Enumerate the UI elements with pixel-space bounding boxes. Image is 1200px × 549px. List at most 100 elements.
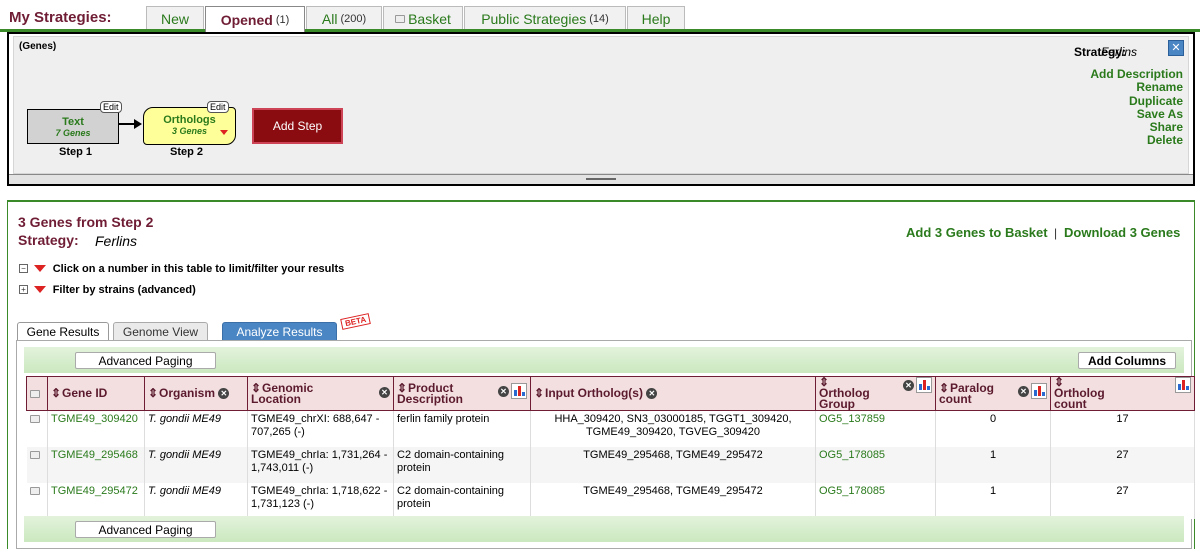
advanced-paging-button[interactable]: Advanced Paging [75, 352, 216, 369]
tab-count: (14) [589, 12, 609, 25]
filter-row-2: + Filter by strains (advanced) [19, 282, 196, 296]
filter-strains-link[interactable]: Filter by strains (advanced) [53, 284, 196, 296]
resize-handle[interactable] [9, 174, 1193, 184]
step-1-edit-button[interactable]: Edit [100, 101, 122, 113]
step-2-edit-button[interactable]: Edit [207, 101, 229, 113]
product-cell: C2 domain-containing protein [393, 482, 531, 519]
results-title: 3 Genes from Step 2 [18, 214, 154, 230]
col-ortholog-group[interactable]: ⇕ ✕ Ortholog Group [815, 376, 936, 411]
location-cell: TGME49_chrIa: 1,718,622 - 1,731,123 (-) [247, 482, 394, 519]
results-table-container: Advanced Paging Add Columns ⇕Gene ID ⇕Or… [16, 340, 1195, 549]
tab-label: New [160, 10, 189, 27]
col-gene-id[interactable]: ⇕Gene ID [47, 376, 145, 411]
download-link[interactable]: Download 3 Genes [1064, 225, 1180, 240]
tab-genome-view[interactable]: Genome View [113, 322, 208, 341]
arrow-right-icon [134, 119, 142, 129]
basket-icon[interactable] [29, 486, 40, 495]
tab-new[interactable]: New [146, 6, 204, 30]
add-step-button[interactable]: Add Step [252, 108, 343, 144]
tab-all[interactable]: All (200) [306, 6, 382, 30]
expand-icon[interactable]: + [19, 285, 28, 295]
sort-icon[interactable]: ⇕ [51, 387, 61, 399]
ortholog-group-link[interactable]: OG5_137859 [815, 410, 936, 447]
bar-chart-icon[interactable] [511, 382, 527, 399]
organism-cell: T. gondii ME49 [144, 482, 248, 519]
tab-label: Basket [408, 10, 451, 27]
remove-column-icon[interactable]: ✕ [218, 388, 230, 400]
step-2-name: Orthologs [163, 114, 216, 126]
basket-icon[interactable] [29, 415, 40, 424]
header-label: Product Description [397, 380, 464, 406]
record-type: (Genes) [19, 41, 57, 52]
bar-chart-icon[interactable] [1031, 382, 1047, 399]
duplicate-link[interactable]: Duplicate [1090, 94, 1183, 108]
col-paralog-count[interactable]: ⇕ ✕ Paralog count [935, 376, 1051, 411]
strategy-actions: Add Description Rename Duplicate Save As… [1090, 67, 1183, 148]
collapse-icon[interactable]: − [19, 264, 28, 274]
input-orthologs-cell: TGME49_295468, TGME49_295472 [530, 482, 816, 519]
tab-analyze-results[interactable]: Analyze Results [222, 322, 337, 341]
header-label: Genomic Location [251, 380, 314, 406]
ortholog-count-cell: 27 [1050, 482, 1195, 519]
paralog-count-cell: 1 [935, 482, 1051, 519]
col-input-orthologs[interactable]: ⇕Input Ortholog(s) ✕ [530, 376, 816, 411]
remove-column-icon[interactable]: ✕ [498, 385, 509, 397]
product-cell: C2 domain-containing protein [393, 446, 531, 483]
add-description-link[interactable]: Add Description [1090, 67, 1183, 81]
col-genomic-location[interactable]: ⇕ ✕ Genomic Location [247, 376, 394, 411]
paralog-count-cell: 0 [935, 410, 1051, 447]
link-separator: | [1054, 226, 1058, 240]
add-to-basket-link[interactable]: Add 3 Genes to Basket [906, 225, 1048, 240]
tab-help[interactable]: Help [627, 6, 685, 30]
remove-column-icon[interactable]: ✕ [379, 386, 390, 398]
basket-icon[interactable] [29, 450, 40, 459]
table-row: TGME49_309420 T. gondii ME49 TGME49_chrX… [26, 410, 1195, 447]
step-1-box[interactable]: Text 7 Genes [27, 109, 119, 144]
advanced-paging-button[interactable]: Advanced Paging [75, 521, 216, 538]
basket-cell[interactable] [26, 482, 48, 519]
grip-icon [586, 178, 616, 180]
gene-id-link[interactable]: TGME49_295468 [47, 446, 145, 483]
top-paging-bar: Advanced Paging Add Columns [24, 347, 1184, 373]
table-row: TGME49_295468 T. gondii ME49 TGME49_chrI… [26, 446, 1195, 483]
close-icon[interactable]: ✕ [1168, 40, 1184, 56]
tab-opened[interactable]: Opened (1) [205, 6, 305, 32]
strategy-panel: (Genes) Strategy: Ferlins ✕ Add Descript… [7, 32, 1195, 186]
header-label: Gene ID [62, 385, 108, 400]
sort-icon[interactable]: ⇕ [534, 387, 544, 399]
tab-gene-results[interactable]: Gene Results [17, 322, 109, 341]
col-product-description[interactable]: ⇕ ✕ Product Description [393, 376, 531, 411]
bar-chart-icon[interactable] [916, 377, 932, 393]
basket-icon [395, 14, 406, 23]
step-1-label: Step 1 [59, 146, 93, 158]
bar-chart-icon[interactable] [1175, 377, 1191, 393]
col-ortholog-count[interactable]: ⇕ Ortholog count [1050, 376, 1195, 411]
delete-link[interactable]: Delete [1090, 134, 1183, 148]
remove-column-icon[interactable]: ✕ [1018, 385, 1029, 397]
basket-cell[interactable] [26, 446, 48, 483]
remove-column-icon[interactable]: ✕ [646, 388, 658, 400]
tab-public-strategies[interactable]: Public Strategies (14) [464, 6, 626, 30]
filter-row-1: − Click on a number in this table to lim… [19, 261, 344, 275]
basket-cell[interactable] [26, 410, 48, 447]
strategy-canvas: (Genes) Strategy: Ferlins ✕ Add Descript… [13, 36, 1189, 174]
table-header-row: ⇕Gene ID ⇕Organism ✕ ⇕ ✕ Genomic Location … [26, 376, 1195, 411]
ortholog-group-link[interactable]: OG5_178085 [815, 482, 936, 519]
tab-basket[interactable]: Basket [383, 6, 463, 30]
gene-id-link[interactable]: TGME49_295472 [47, 482, 145, 519]
share-link[interactable]: Share [1090, 120, 1183, 134]
basket-icon[interactable] [30, 389, 40, 398]
add-columns-button[interactable]: Add Columns [1078, 352, 1176, 369]
sort-icon[interactable]: ⇕ [148, 387, 158, 399]
save-as-link[interactable]: Save As [1090, 107, 1183, 121]
header-label: Organism [159, 385, 216, 400]
step-1-count: 7 Genes [55, 128, 91, 138]
ortholog-group-link[interactable]: OG5_178085 [815, 446, 936, 483]
gene-id-link[interactable]: TGME49_309420 [47, 410, 145, 447]
remove-column-icon[interactable]: ✕ [903, 380, 914, 391]
rename-link[interactable]: Rename [1090, 80, 1183, 94]
col-organism[interactable]: ⇕Organism ✕ [144, 376, 248, 411]
table-row: TGME49_295472 T. gondii ME49 TGME49_chrI… [26, 482, 1195, 519]
organism-cell: T. gondii ME49 [144, 410, 248, 447]
input-orthologs-cell: HHA_309420, SN3_03000185, TGGT1_309420, … [530, 410, 816, 447]
